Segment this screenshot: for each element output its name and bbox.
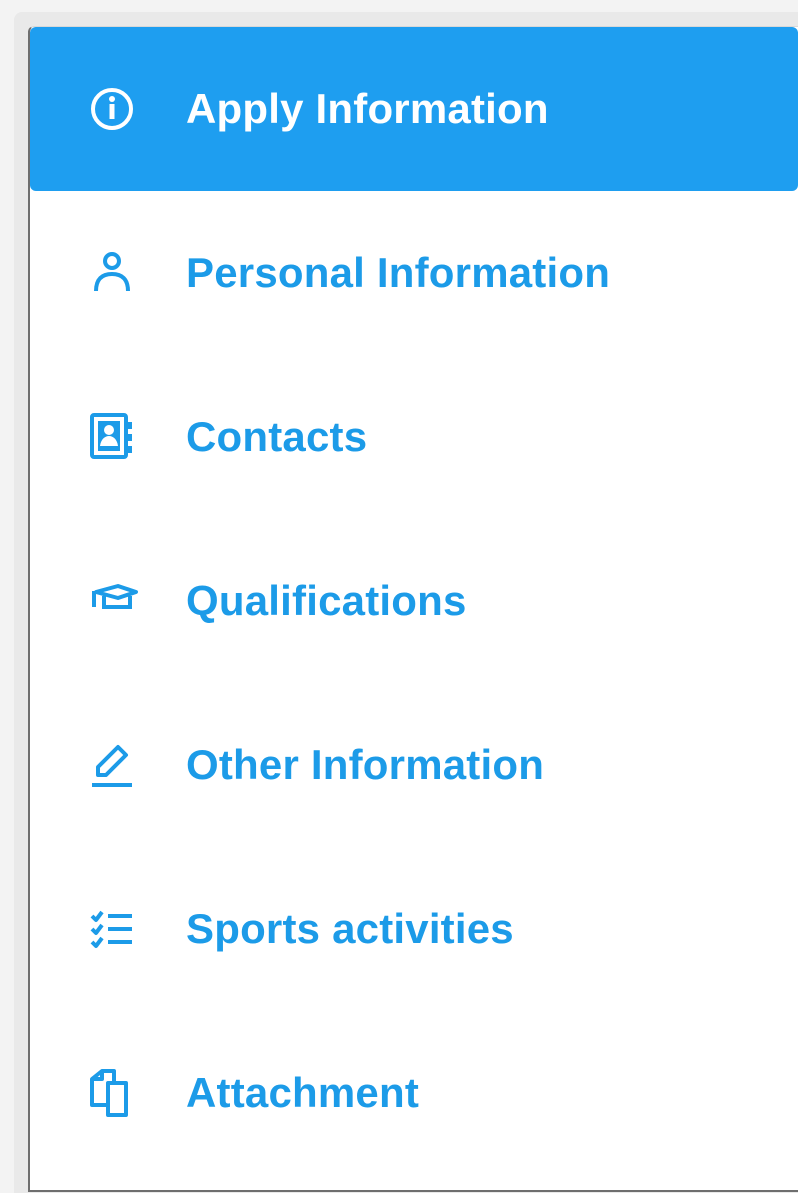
documents-icon — [80, 1061, 144, 1125]
info-circle-icon — [80, 77, 144, 141]
sidebar-item-label: Apply Information — [186, 85, 549, 132]
user-icon — [80, 241, 144, 305]
sidebar-item-personal-information[interactable]: Personal Information — [30, 191, 798, 355]
navigation-panel: Apply Information Personal Information C… — [28, 26, 798, 1192]
sidebar-item-label: Attachment — [186, 1069, 420, 1116]
sidebar-item-label: Other Information — [186, 741, 545, 788]
contact-card-icon — [80, 405, 144, 469]
sidebar-item-label: Personal Information — [186, 249, 611, 296]
sidebar-item-apply-information[interactable]: Apply Information — [30, 27, 798, 191]
sidebar-item-label: Qualifications — [186, 577, 467, 624]
graduation-cap-icon — [80, 569, 144, 633]
sidebar-item-sports-activities[interactable]: Sports activities — [30, 847, 798, 1011]
checklist-icon — [80, 897, 144, 961]
sidebar-menu: Apply Information Personal Information C… — [30, 27, 798, 1190]
sidebar-item-label: Contacts — [186, 413, 368, 460]
sidebar-item-qualifications[interactable]: Qualifications — [30, 519, 798, 683]
sidebar-item-contacts[interactable]: Contacts — [30, 355, 798, 519]
sidebar-item-label: Sports activities — [186, 905, 514, 952]
sidebar-item-other-information[interactable]: Other Information — [30, 683, 798, 847]
sidebar-item-attachment[interactable]: Attachment — [30, 1011, 798, 1175]
pencil-icon — [80, 733, 144, 797]
